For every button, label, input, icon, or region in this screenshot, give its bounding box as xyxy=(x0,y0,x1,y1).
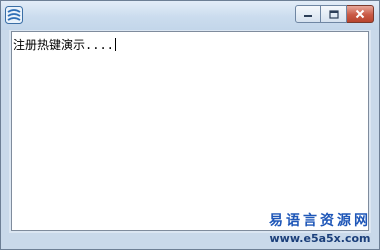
watermark: 易语言资源网 www.e5a5x.com xyxy=(262,213,378,246)
close-icon xyxy=(355,9,365,19)
maximize-icon xyxy=(328,9,339,19)
text-caret xyxy=(114,38,116,51)
watermark-url: www.e5a5x.com xyxy=(269,232,371,245)
minimize-button[interactable] xyxy=(295,5,321,23)
title-bar[interactable] xyxy=(1,1,379,30)
watermark-title: 易语言资源网 xyxy=(269,213,371,229)
maximize-button[interactable] xyxy=(321,5,347,23)
text-editor[interactable]: 注册热键演示.... xyxy=(11,31,369,231)
close-button[interactable] xyxy=(347,5,374,23)
minimize-icon xyxy=(304,15,312,17)
app-logo-icon[interactable] xyxy=(5,6,23,24)
editor-content[interactable]: 注册热键演示.... xyxy=(13,38,114,52)
window-controls xyxy=(295,5,374,25)
